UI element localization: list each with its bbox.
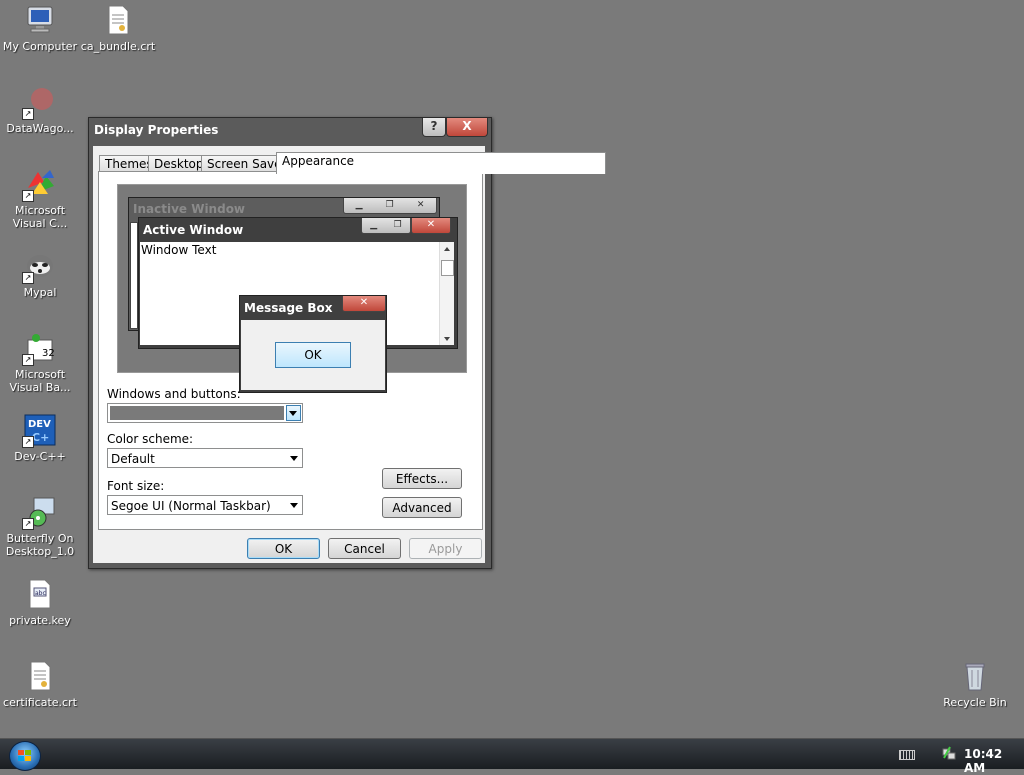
- start-button[interactable]: [9, 741, 41, 771]
- key-file-icon: abc: [24, 578, 56, 610]
- desktop-icon-private-key[interactable]: abc private.key: [1, 578, 79, 627]
- certificate-file-icon: [102, 4, 134, 36]
- minimize-icon: ▁: [355, 200, 363, 210]
- font-size-value: Segoe UI (Normal Taskbar): [111, 499, 271, 513]
- clock[interactable]: 10:42 AM: [964, 747, 1024, 775]
- inactive-window-body: [130, 222, 138, 329]
- color-scheme-select[interactable]: Default: [107, 448, 303, 468]
- my-computer-icon: [24, 4, 56, 36]
- desktop-icon-label: certificate.crt: [3, 696, 77, 709]
- svg-text:DEV: DEV: [28, 419, 51, 430]
- preview-scrollbar: [439, 242, 454, 345]
- desktop-icon-label: Dev-C++: [14, 450, 66, 463]
- window-text: Window Text: [141, 243, 217, 257]
- shortcut-arrow-icon: ↗: [22, 272, 34, 284]
- windows-logo-icon: [18, 750, 32, 762]
- shortcut-arrow-icon: ↗: [22, 108, 34, 120]
- preview-ok-button: OK: [275, 342, 351, 368]
- scroll-arrows-icon: [444, 247, 450, 341]
- active-window-title: Active Window: [143, 223, 244, 237]
- close-icon: ✕: [416, 200, 425, 210]
- shortcut-arrow-icon: ↗: [22, 354, 34, 366]
- svg-text:abc: abc: [35, 590, 46, 597]
- desktop-icon-mypal[interactable]: ↗ Mypal: [1, 250, 79, 299]
- taskbar: 10:42 AM: [0, 738, 1024, 775]
- desktop-icon-recycle-bin[interactable]: Recycle Bin: [936, 660, 1014, 709]
- windows-buttons-select[interactable]: [107, 403, 303, 423]
- active-window-preview: Active Window ▁ ❐ ✕ Window Text Message …: [138, 217, 458, 393]
- close-icon: ✕: [411, 218, 451, 234]
- restore-icon: ❐: [393, 220, 402, 230]
- font-size-select[interactable]: Segoe UI (Normal Taskbar): [107, 495, 303, 515]
- desktop-icon-label: Microsoft Visual C...: [12, 204, 68, 230]
- color-scheme-value: Default: [111, 452, 155, 466]
- desktop-icon-label: Microsoft Visual Ba...: [9, 368, 71, 394]
- visual-basic-icon: 32 ↗: [22, 332, 56, 366]
- inactive-window-title: Inactive Window: [133, 202, 246, 216]
- chevron-down-icon: [289, 411, 297, 416]
- restore-icon: ❐: [385, 200, 394, 210]
- chevron-down-icon: [290, 503, 298, 508]
- cancel-button[interactable]: Cancel: [328, 538, 401, 559]
- desktop-icon-certificate[interactable]: certificate.crt: [1, 660, 79, 709]
- windows-buttons-label: Windows and buttons:: [107, 387, 241, 401]
- desktop-icon-visual-c[interactable]: ↗ Microsoft Visual C...: [1, 168, 79, 230]
- desktop-icon-datawago[interactable]: ↗ DataWago...: [1, 86, 79, 135]
- desktop-icon-label: Butterfly On Desktop_1.0: [5, 532, 75, 558]
- desktop-icon-label: ca_bundle.crt: [80, 40, 156, 53]
- svg-text:32: 32: [42, 348, 55, 359]
- mypal-raccoon-icon: ↗: [22, 250, 56, 284]
- close-icon: ✕: [342, 296, 386, 312]
- svg-text:C+: C+: [32, 431, 49, 444]
- close-button[interactable]: X: [446, 118, 488, 137]
- scroll-thumb: [441, 260, 454, 276]
- ok-button[interactable]: OK: [247, 538, 320, 559]
- advanced-button[interactable]: Advanced: [382, 497, 462, 518]
- chevron-down-icon: [290, 456, 298, 461]
- dropdown-button[interactable]: [286, 405, 301, 421]
- message-box-body: OK: [241, 320, 385, 390]
- installer-icon: ↗: [22, 496, 56, 530]
- desktop-icon-ca-bundle[interactable]: ca_bundle.crt: [79, 4, 157, 53]
- desktop-icon-dev-cpp[interactable]: DEV C+ ↗ Dev-C++: [1, 414, 79, 463]
- windows-buttons-value: [110, 406, 284, 420]
- dialog-title: Display Properties: [94, 123, 219, 137]
- dev-cpp-icon: DEV C+ ↗: [22, 414, 56, 448]
- shortcut-arrow-icon: ↗: [22, 518, 34, 530]
- desktop-icon-visual-basic[interactable]: 32 ↗ Microsoft Visual Ba...: [1, 332, 79, 394]
- inactive-window-controls: ▁ ❐ ✕: [343, 198, 437, 214]
- display-properties-dialog: Display Properties ? X Themes Desktop Sc…: [88, 117, 606, 569]
- desktop-icon-butterfly[interactable]: ↗ Butterfly On Desktop_1.0: [1, 496, 79, 558]
- help-button[interactable]: ?: [422, 118, 446, 137]
- desktop-icon-label: private.key: [9, 614, 71, 627]
- apply-button[interactable]: Apply: [409, 538, 482, 559]
- effects-button[interactable]: Effects...: [382, 468, 462, 489]
- shortcut-arrow-icon: ↗: [22, 436, 34, 448]
- keyboard-icon[interactable]: [899, 750, 915, 760]
- message-box-title: Message Box: [244, 301, 333, 315]
- color-scheme-label: Color scheme:: [107, 432, 194, 446]
- minimize-icon: ▁: [370, 220, 378, 230]
- visual-c-icon: ↗: [22, 168, 56, 202]
- desktop-icon-label: Recycle Bin: [943, 696, 1007, 709]
- desktop-icon-label: Mypal: [23, 286, 57, 299]
- desktop-icon-my-computer[interactable]: My Computer: [1, 4, 79, 53]
- appearance-panel: Inactive Window ▁ ❐ ✕ Active Window ▁ ❐ …: [98, 171, 483, 530]
- recycle-bin-icon: [959, 660, 991, 692]
- shortcut-arrow-icon: ↗: [22, 190, 34, 202]
- desktop-icon-label: DataWago...: [6, 122, 74, 135]
- certificate-file-icon: [24, 660, 56, 692]
- appearance-preview: Inactive Window ▁ ❐ ✕ Active Window ▁ ❐ …: [117, 184, 467, 393]
- font-size-label: Font size:: [107, 479, 165, 493]
- network-icon[interactable]: [942, 745, 956, 761]
- tab-appearance[interactable]: Appearance: [276, 152, 606, 174]
- desktop-icon-label: My Computer: [2, 40, 78, 53]
- active-window-controls: ▁ ❐: [361, 218, 411, 234]
- dialog-client-area: Themes Desktop Screen Saver Appearance I…: [93, 146, 606, 563]
- message-box-preview: Message Box ✕ OK: [239, 295, 387, 393]
- datawago-icon: ↗: [22, 86, 56, 120]
